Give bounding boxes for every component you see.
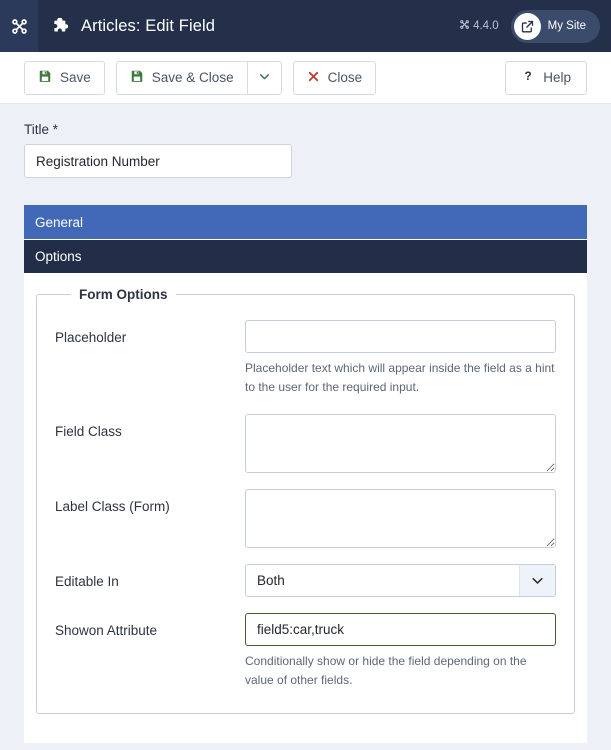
chevron-down-icon [258, 70, 271, 86]
label-class-form-control [245, 488, 556, 548]
question-mark-icon: ? [521, 69, 535, 86]
save-button[interactable]: Save [24, 60, 105, 95]
row-placeholder: Placeholder Placeholder text which will … [55, 320, 556, 398]
tab-general[interactable]: General [24, 205, 587, 239]
placeholder-input[interactable] [245, 320, 556, 353]
save-floppy-icon [38, 69, 52, 86]
chevron-down-icon [519, 564, 555, 596]
joomla-logo-button[interactable] [0, 0, 38, 52]
external-link-icon [513, 12, 541, 40]
page-title: Articles: Edit Field [81, 16, 216, 35]
row-label-class-form: Label Class (Form) [55, 488, 556, 548]
tab-options-label: Options [35, 249, 82, 264]
label-class-form-label: Label Class (Form) [55, 498, 170, 514]
help-button-label: Help [543, 70, 571, 85]
tab-options[interactable]: Options [24, 239, 587, 273]
showon-attribute-label: Showon Attribute [55, 622, 158, 638]
field-class-textarea[interactable] [245, 413, 556, 473]
joomla-version: 4.4.0 [459, 19, 499, 33]
save-and-close-button[interactable]: Save & Close [115, 60, 248, 95]
x-mark-icon [307, 70, 320, 86]
version-label: 4.4.0 [473, 20, 499, 32]
field-class-control [245, 413, 556, 473]
editable-in-label: Editable In [55, 573, 119, 589]
editable-in-selected-value: Both [257, 572, 285, 588]
showon-attribute-input[interactable] [245, 612, 556, 646]
label-class-form-textarea[interactable] [245, 488, 556, 548]
save-and-close-group: Save & Close [115, 60, 282, 95]
tab-panel-general: Form Options Placeholder Placeholder tex… [24, 273, 587, 743]
placeholder-control: Placeholder text which will appear insid… [245, 320, 556, 398]
edit-field-form: Title * General Options Form Options Pla… [0, 104, 611, 743]
showon-attribute-control: Conditionally show or hide the field dep… [245, 612, 556, 691]
joomla-logo-icon [10, 17, 29, 36]
my-site-button[interactable]: My Site [510, 9, 600, 43]
placeholder-hint: Placeholder text which will appear insid… [245, 361, 555, 395]
help-button[interactable]: ? Help [505, 60, 587, 95]
edit-field-tablist: General Options [24, 205, 587, 273]
editable-in-select[interactable]: Both [245, 563, 556, 597]
save-button-label: Save [60, 70, 91, 85]
editable-in-control: Both [245, 563, 556, 597]
page-title-group: Articles: Edit Field [51, 16, 215, 36]
app-header: Articles: Edit Field 4.4.0 My Site [0, 0, 611, 52]
title-field-group: Title * [24, 104, 587, 178]
row-editable-in: Editable In Both [55, 563, 556, 597]
header-actions: 4.4.0 My Site [459, 9, 611, 43]
save-floppy-icon [130, 69, 144, 86]
field-class-label: Field Class [55, 423, 122, 439]
showon-attribute-hint: Conditionally show or hide the field dep… [245, 653, 527, 688]
svg-text:?: ? [525, 70, 532, 83]
puzzle-piece-icon [51, 16, 71, 36]
placeholder-label: Placeholder [55, 330, 127, 345]
form-options-fieldset: Form Options Placeholder Placeholder tex… [36, 287, 575, 714]
title-input[interactable] [24, 144, 292, 178]
save-and-close-label: Save & Close [151, 70, 234, 85]
close-button[interactable]: Close [292, 60, 377, 95]
joomla-mark-icon [459, 19, 470, 33]
row-showon-attribute: Showon Attribute Conditionally show or h… [55, 612, 556, 691]
close-button-label: Close [327, 70, 363, 85]
form-options-legend: Form Options [79, 287, 168, 302]
editor-toolbar: Save Save & Close Close ? Help [0, 52, 611, 104]
row-field-class: Field Class [55, 413, 556, 473]
save-options-dropdown-toggle[interactable] [247, 60, 282, 95]
title-field-label: Title * [24, 122, 59, 137]
tab-general-label: General [35, 214, 84, 230]
my-site-label: My Site [547, 20, 586, 32]
